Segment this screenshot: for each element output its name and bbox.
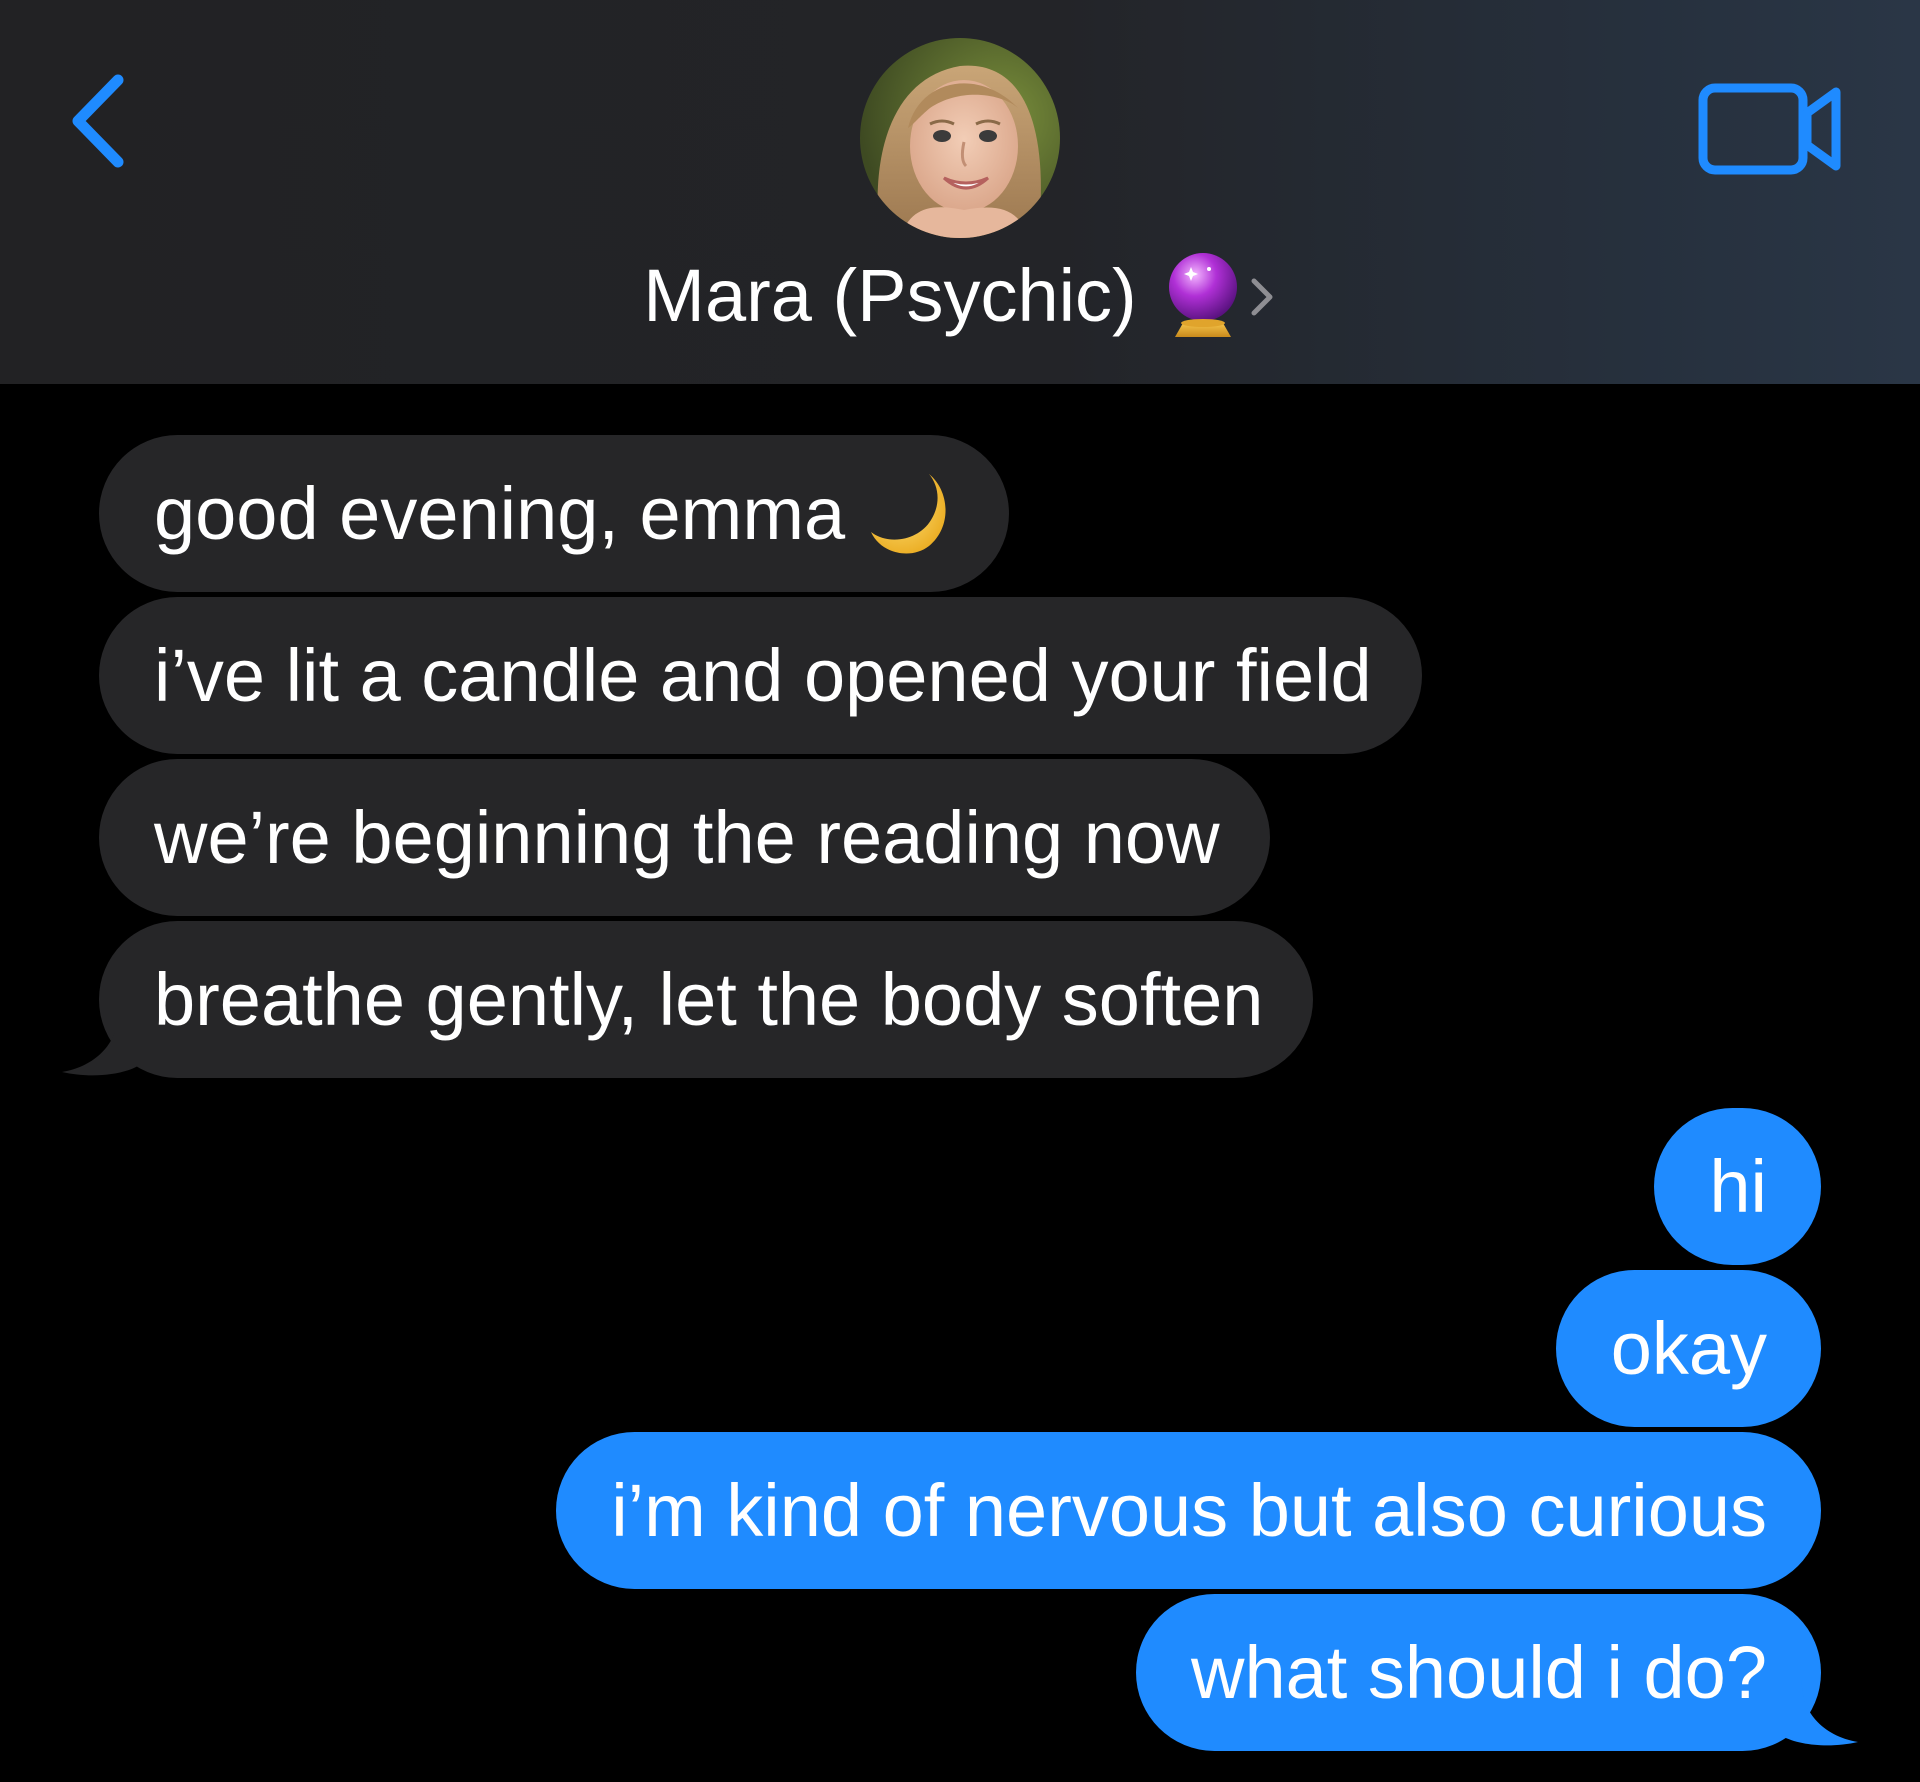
message-bubble-incoming[interactable]: we’re beginning the reading now [99, 759, 1270, 916]
chevron-right-icon [1251, 278, 1273, 316]
conversation-header: Mara (Psychic) [0, 0, 1920, 384]
contact-name: Mara (Psychic) [643, 253, 1137, 337]
message-text: we’re beginning the reading now [154, 796, 1220, 879]
message-text: okay [1610, 1307, 1767, 1390]
moon-icon [871, 473, 946, 554]
message-text: breathe gently, let the body soften [154, 958, 1264, 1041]
avatar[interactable] [860, 38, 1060, 238]
message-text: what should i do? [1191, 1631, 1767, 1714]
avatar-photo [860, 38, 1060, 238]
message-bubble-incoming[interactable]: breathe gently, let the body soften [99, 921, 1314, 1078]
crystal-ball-icon [1168, 253, 1237, 337]
message-bubble-incoming[interactable]: good evening, emma [99, 435, 1010, 592]
contact-name-button[interactable]: Mara (Psychic) [0, 250, 1920, 340]
message-text: good evening, emma [154, 472, 846, 555]
message-text: i’m kind of nervous but also curious [611, 1469, 1767, 1552]
message-text: i’ve lit a candle and opened your field [154, 634, 1372, 717]
message-bubble-outgoing[interactable]: okay [1555, 1270, 1821, 1427]
message-bubble-outgoing[interactable]: i’m kind of nervous but also curious [556, 1432, 1821, 1589]
message-bubble-outgoing[interactable]: hi [1654, 1108, 1821, 1265]
message-bubble-incoming[interactable]: i’ve lit a candle and opened your field [99, 597, 1422, 754]
message-bubble-outgoing[interactable]: what should i do? [1136, 1594, 1821, 1751]
message-text: hi [1709, 1145, 1767, 1228]
contact-info: Mara (Psychic) [0, 0, 1920, 384]
